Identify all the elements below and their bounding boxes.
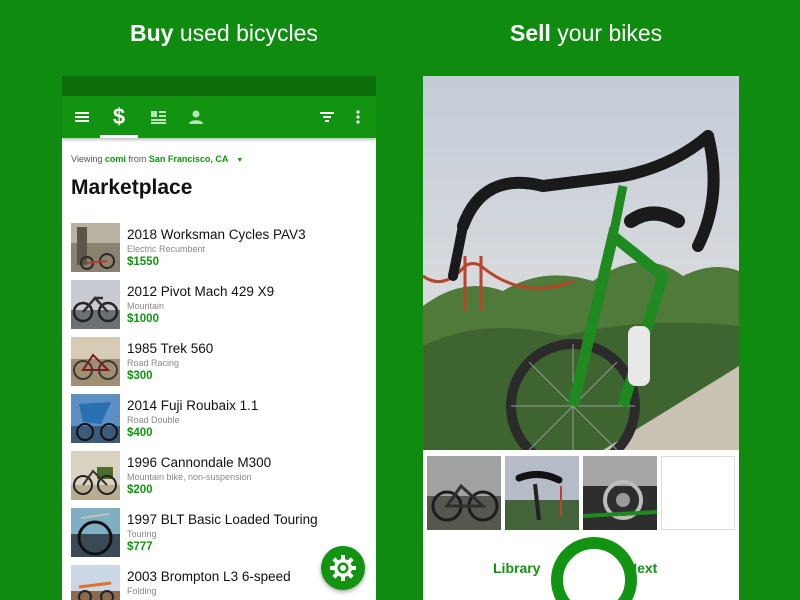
listing-price: $400 — [127, 427, 153, 439]
viewing-prefix: Viewing — [71, 154, 105, 164]
menu-icon[interactable] — [70, 96, 94, 138]
sell-headline: Sell your bikes — [510, 20, 663, 46]
app-toolbar: $ — [62, 96, 376, 138]
listing-price: $777 — [127, 541, 153, 553]
bike-photo — [71, 394, 120, 443]
bike-photo — [71, 508, 120, 557]
listing-category: Touring — [127, 529, 157, 539]
gear-icon — [330, 555, 356, 581]
list-item[interactable]: 1996 Cannondale M300 Mountain bike, non-… — [62, 449, 376, 506]
list-item[interactable]: 2014 Fuji Roubaix 1.1 Road Double $400 — [62, 392, 376, 449]
selected-bike-photo — [423, 76, 739, 473]
bike-photo — [71, 280, 120, 329]
buy-headline: Buy used bicycles — [130, 20, 318, 46]
listing-list: 2018 Worksman Cycles PAV3 Electric Recum… — [62, 221, 376, 600]
listing-category: Mountain — [127, 301, 165, 311]
photo-strip — [423, 456, 739, 530]
bike-photo — [71, 337, 120, 386]
listing-title: 1985 Trek 560 — [127, 341, 214, 356]
viewing-from: from — [125, 154, 149, 164]
list-icon[interactable] — [146, 96, 170, 138]
listing-price: $300 — [127, 370, 153, 382]
bike-photo — [71, 451, 120, 500]
listing-category: Electric Recumbent — [127, 244, 206, 254]
listing-category: Mountain bike, non-suspension — [127, 472, 252, 482]
active-tab-indicator — [100, 135, 138, 138]
viewing-location: San Francisco, CA — [148, 154, 229, 164]
viewing-filter[interactable]: Viewing comi from San Francisco, CA ▼ — [71, 154, 243, 164]
next-button[interactable]: Next — [627, 560, 657, 576]
listing-title: 1997 BLT Basic Loaded Touring — [127, 512, 318, 527]
dollar-icon[interactable]: $ — [100, 96, 138, 138]
listing-category: Road Racing — [127, 358, 180, 368]
viewing-category: comi — [104, 154, 126, 164]
more-vert-icon[interactable] — [350, 96, 366, 138]
bike-photo — [71, 565, 120, 600]
empty-photo-slot[interactable] — [661, 456, 735, 530]
sell-screen: Library Next — [423, 76, 739, 600]
photo-thumbnail[interactable] — [427, 456, 501, 530]
listing-price: $200 — [127, 484, 153, 496]
settings-fab-button[interactable] — [321, 546, 365, 590]
list-item[interactable]: 1985 Trek 560 Road Racing $300 — [62, 335, 376, 392]
listing-title: 2012 Pivot Mach 429 X9 — [127, 284, 275, 299]
listing-title: 2003 Brompton L3 6-speed — [127, 569, 291, 584]
status-bar — [62, 76, 376, 96]
caret-down-icon: ▼ — [236, 157, 244, 164]
camera-shutter-button[interactable] — [551, 537, 637, 600]
library-button[interactable]: Library — [493, 560, 540, 576]
listing-price: $1550 — [127, 256, 159, 268]
listing-title: 1996 Cannondale M300 — [127, 455, 272, 470]
listing-category: Road Double — [127, 415, 180, 425]
page-title: Marketplace — [71, 176, 193, 199]
list-item[interactable]: 2012 Pivot Mach 429 X9 Mountain $1000 — [62, 278, 376, 335]
filter-icon[interactable] — [316, 96, 338, 138]
photo-thumbnail[interactable] — [505, 456, 579, 530]
listing-price: $1000 — [127, 313, 159, 325]
listing-category: Folding — [127, 586, 157, 596]
listing-title: 2014 Fuji Roubaix 1.1 — [127, 398, 259, 413]
person-icon[interactable] — [184, 96, 208, 138]
photo-thumbnail[interactable] — [583, 456, 657, 530]
bike-photo — [71, 223, 120, 272]
tab-marketplace-label: $ — [112, 104, 126, 129]
listing-title: 2018 Worksman Cycles PAV3 — [127, 227, 306, 242]
marketplace-screen: $ Viewing comi from San Francisco, CA ▼ M… — [62, 76, 376, 600]
list-item[interactable]: 2018 Worksman Cycles PAV3 Electric Recum… — [62, 221, 376, 278]
